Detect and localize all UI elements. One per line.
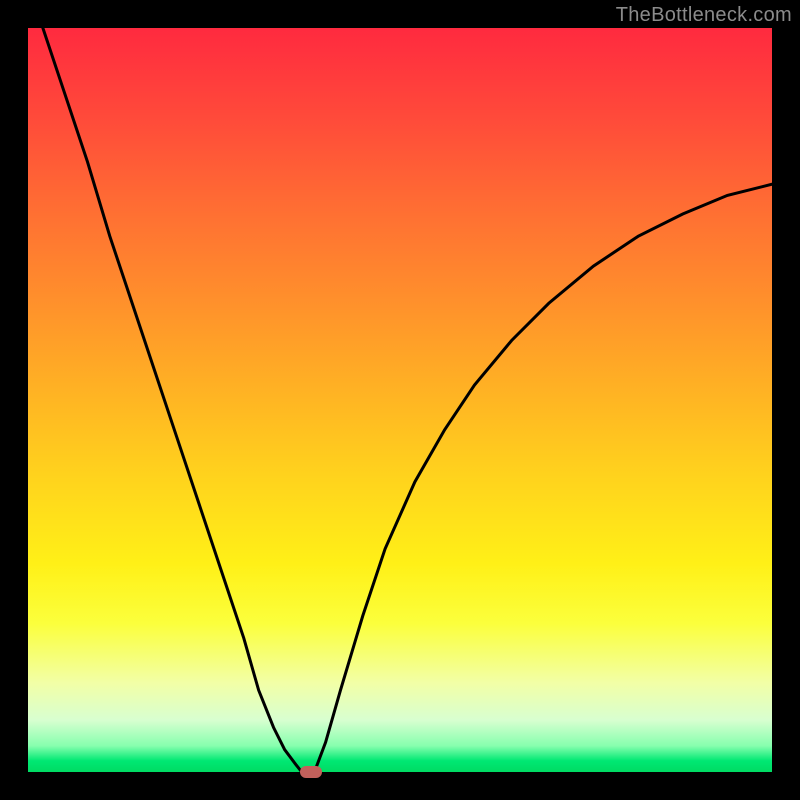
gradient-background (28, 28, 772, 772)
valley-marker (300, 766, 322, 778)
chart-frame: TheBottleneck.com (0, 0, 800, 800)
watermark-text: TheBottleneck.com (616, 4, 792, 27)
